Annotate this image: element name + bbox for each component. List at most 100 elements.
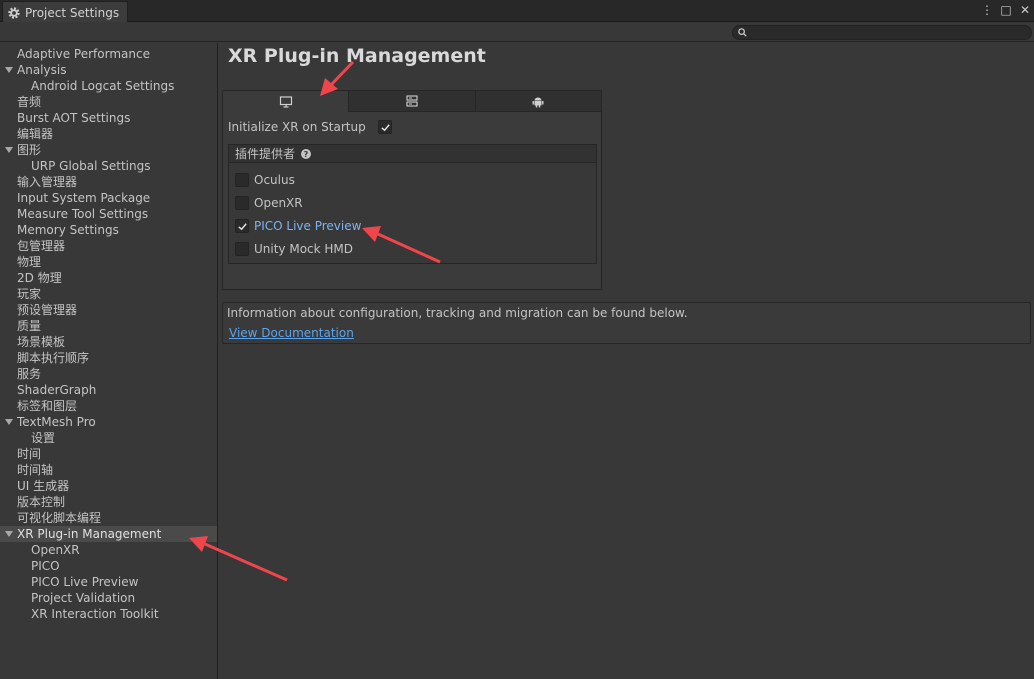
sidebar-item[interactable]: 标签和图层 [0,398,217,414]
sidebar-item-label: Adaptive Performance [17,47,150,61]
plugin-providers-label: 插件提供者 [235,147,296,161]
sidebar-item[interactable]: Project Validation [0,590,217,606]
toolbar [0,22,1034,42]
sidebar-item[interactable]: 物理 [0,254,217,270]
sidebar-item[interactable]: Memory Settings [0,222,217,238]
sidebar-item-label: 版本控制 [17,495,66,509]
init-on-startup-label: Initialize XR on Startup [228,120,366,134]
tab-title: Project Settings [25,5,120,20]
sidebar-item[interactable]: PICO [0,558,217,574]
sidebar-item[interactable]: URP Global Settings [0,158,217,174]
sidebar-item[interactable]: 脚本执行顺序 [0,350,217,366]
server-icon [406,95,418,107]
settings-sidebar: Adaptive Performance Analysis Android Logc… [0,43,218,679]
sidebar-item-label: 场景模板 [17,335,66,349]
sidebar-item[interactable]: 音频 [0,94,217,110]
expand-arrow-icon[interactable] [5,67,13,73]
provider-item: OpenXR [235,195,303,211]
sidebar-item[interactable]: PICO Live Preview [0,574,217,590]
sidebar-item[interactable]: 版本控制 [0,494,217,510]
sidebar-item-label: Analysis [17,63,67,77]
provider-label: Unity Mock HMD [254,242,354,256]
sidebar-item[interactable]: TextMesh Pro [0,414,217,430]
sidebar-item-label: XR Interaction Toolkit [31,607,159,621]
sidebar-item[interactable]: Adaptive Performance [0,46,217,62]
sidebar-item[interactable]: Measure Tool Settings [0,206,217,222]
tab-standalone[interactable] [223,91,350,112]
project-settings-tab[interactable]: Project Settings [2,1,128,23]
android-icon [532,97,544,108]
info-box: Information about configuration, trackin… [222,302,1031,344]
checkmark-icon [237,222,247,230]
sidebar-item[interactable]: 编辑器 [0,126,217,142]
sidebar-item-label: 脚本执行顺序 [17,351,90,365]
provider-label: PICO Live Preview [254,219,362,233]
sidebar-item-label: OpenXR [31,543,80,557]
sidebar-item[interactable]: 2D 物理 [0,270,217,286]
provider-checkbox[interactable] [235,196,249,210]
provider-checkbox[interactable] [235,242,249,256]
view-documentation-link[interactable]: View Documentation [229,326,354,340]
sidebar-item-label: Memory Settings [17,223,119,237]
tab-server[interactable] [349,91,476,112]
sidebar-item[interactable]: 玩家 [0,286,217,302]
sidebar-item-label: 音频 [17,95,42,109]
sidebar-item-label: 编辑器 [17,127,54,141]
provider-checkbox[interactable] [235,219,249,233]
help-icon[interactable]: ? [300,148,312,160]
sidebar-item-label: 可视化脚本编程 [17,511,102,525]
sidebar-item-label: 预设管理器 [17,303,78,317]
sidebar-item[interactable]: 服务 [0,366,217,382]
sidebar-item[interactable]: Analysis [0,62,217,78]
sidebar-item-label: 设置 [31,431,56,445]
sidebar-item[interactable]: OpenXR [0,542,217,558]
main-content: XR Plug-in Management Initialize XR on S… [219,43,1034,679]
sidebar-item[interactable]: 包管理器 [0,238,217,254]
sidebar-item-label: Project Validation [31,591,136,605]
sidebar-item[interactable]: 图形 [0,142,217,158]
plugin-providers-box: 插件提供者 ? Oculus OpenXR PICO Live Preview Uni… [228,144,597,264]
close-icon[interactable]: ✕ [1018,3,1032,17]
sidebar-item-label: Measure Tool Settings [17,207,149,221]
sidebar-item[interactable]: Android Logcat Settings [0,78,217,94]
sidebar-item[interactable]: 质量 [0,318,217,334]
more-options-icon[interactable]: ⋮ [980,3,994,17]
sidebar-item[interactable]: XR Interaction Toolkit [0,606,217,622]
sidebar-item[interactable]: 预设管理器 [0,302,217,318]
sidebar-item-label: UI 生成器 [17,479,70,493]
xr-settings-panel: Initialize XR on Startup 插件提供者 ? Oculus O… [222,90,602,290]
sidebar-item[interactable]: 时间轴 [0,462,217,478]
sidebar-item-label: 时间轴 [17,463,54,477]
provider-checkbox[interactable] [235,173,249,187]
sidebar-item[interactable]: 输入管理器 [0,174,217,190]
sidebar-item[interactable]: 时间 [0,446,217,462]
title-bar: Project Settings ⋮ □ ✕ [0,0,1034,23]
tab-android[interactable] [475,91,601,112]
sidebar-item[interactable]: ShaderGraph [0,382,217,398]
provider-item: Unity Mock HMD [235,241,353,257]
info-text: Information about configuration, trackin… [227,306,688,320]
sidebar-item[interactable]: UI 生成器 [0,478,217,494]
expand-arrow-icon[interactable] [5,531,13,537]
init-on-startup-checkbox[interactable] [378,120,392,134]
svg-text:?: ? [304,150,309,159]
sidebar-item[interactable]: XR Plug-in Management [0,526,217,542]
search-input[interactable] [732,25,1032,40]
sidebar-item[interactable]: 设置 [0,430,217,446]
expand-arrow-icon[interactable] [5,419,13,425]
sidebar-item[interactable]: 场景模板 [0,334,217,350]
sidebar-item[interactable]: Burst AOT Settings [0,110,217,126]
provider-item: PICO Live Preview [235,218,361,234]
sidebar-item[interactable]: 可视化脚本编程 [0,510,217,526]
sidebar-item-label: PICO [31,559,60,573]
checkmark-icon [380,123,390,131]
maximize-icon[interactable]: □ [999,3,1013,17]
sidebar-item[interactable]: Input System Package [0,190,217,206]
gear-icon [8,6,20,19]
sidebar-item-label: 标签和图层 [17,399,78,413]
page-title: XR Plug-in Management [228,45,486,67]
expand-arrow-icon[interactable] [5,147,13,153]
plugin-providers-header: 插件提供者 ? [229,145,596,163]
sidebar-item-label: 服务 [17,367,42,381]
sidebar-item-label: TextMesh Pro [17,415,96,429]
